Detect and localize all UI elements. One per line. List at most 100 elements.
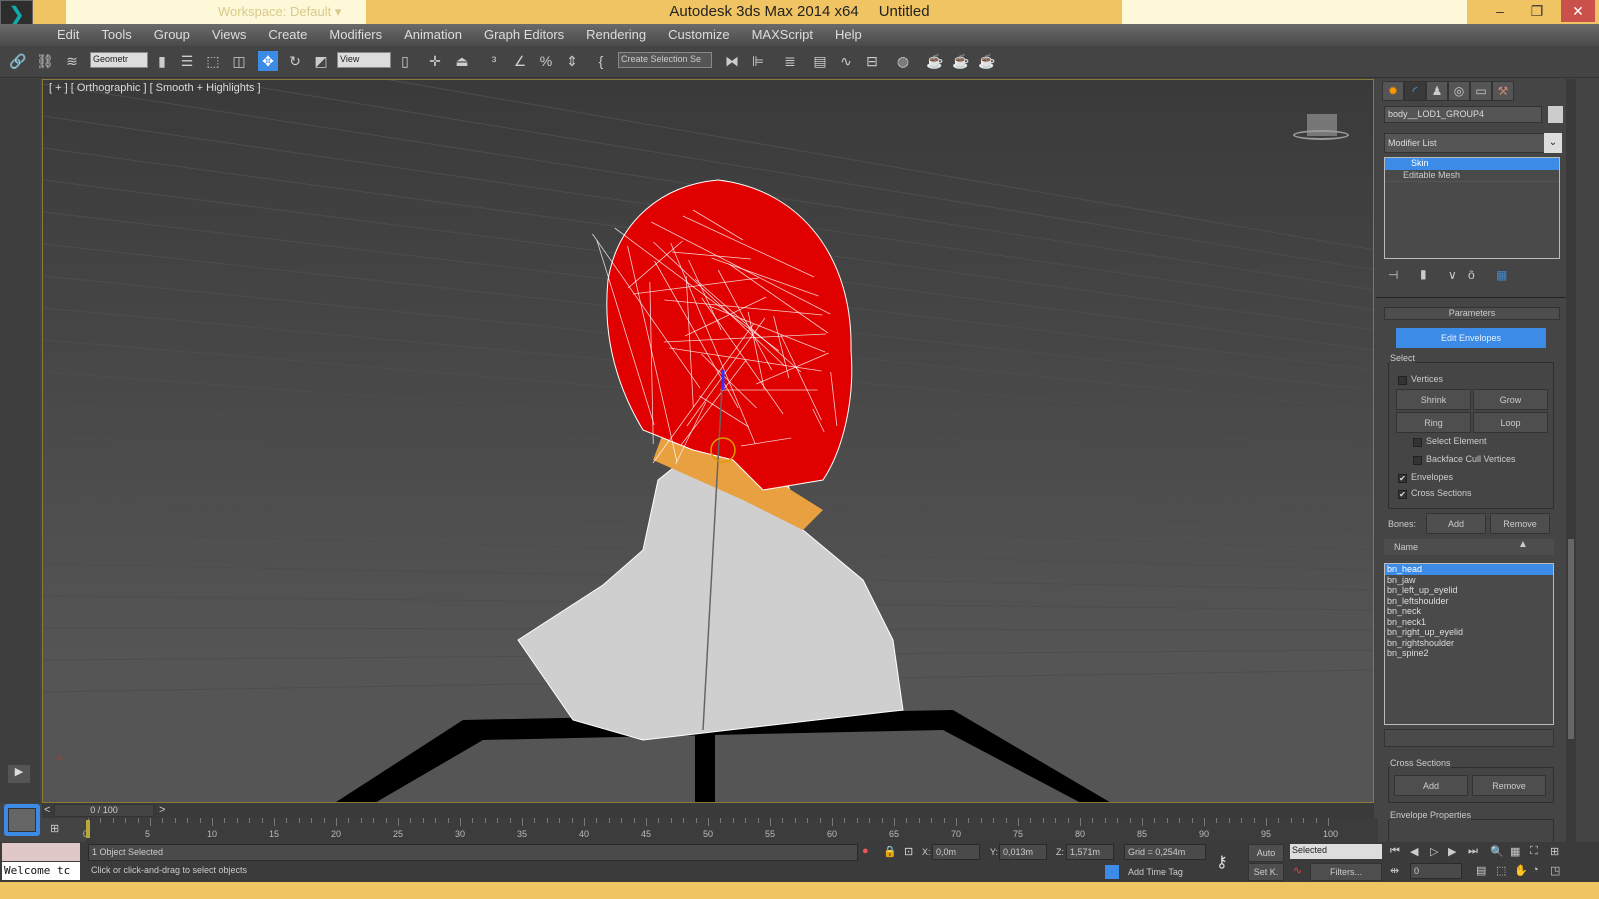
panel-scrollbar[interactable] xyxy=(1566,79,1576,849)
ring-button[interactable]: Ring xyxy=(1396,412,1471,433)
menu-customize[interactable]: Customize xyxy=(657,24,740,46)
play-animation-icon[interactable]: ▷ xyxy=(1430,845,1438,858)
menu-create[interactable]: Create xyxy=(257,24,318,46)
next-key-icon[interactable]: ▶ xyxy=(1448,845,1456,858)
select-element-checkbox[interactable] xyxy=(1413,438,1422,447)
bind-spacewarp-icon[interactable]: ≋ xyxy=(62,51,82,71)
add-bone-button[interactable]: Add xyxy=(1426,513,1486,534)
auto-key-button[interactable]: Auto xyxy=(1248,844,1284,862)
modify-tab-icon[interactable]: ◜ xyxy=(1404,81,1426,101)
next-frame-icon[interactable]: > xyxy=(159,804,165,816)
set-key-icon[interactable]: ⚷ xyxy=(1216,852,1228,872)
object-color-swatch[interactable] xyxy=(1548,106,1563,123)
pan-icon[interactable]: ✋ xyxy=(1514,864,1528,877)
hierarchy-tab-icon[interactable]: ♟ xyxy=(1426,81,1448,101)
play-icon[interactable]: ▶ xyxy=(8,765,30,783)
z-coordinate-field[interactable]: 1,571m xyxy=(1066,844,1114,860)
bone-list-item[interactable]: bn_neck1 xyxy=(1385,617,1553,628)
x-coordinate-field[interactable]: 0,0m xyxy=(932,844,980,860)
zoom-icon[interactable]: 🔍 xyxy=(1490,845,1504,858)
material-editor-icon[interactable]: ◍ xyxy=(893,51,913,71)
isolate-icon[interactable]: ● xyxy=(862,845,869,857)
bone-list-item[interactable]: bn_leftshoulder xyxy=(1385,596,1553,607)
shrink-button[interactable]: Shrink xyxy=(1396,389,1471,410)
field-of-view-icon[interactable]: ▤ xyxy=(1476,864,1486,877)
stack-item-editable-mesh[interactable]: Editable Mesh xyxy=(1385,170,1559,182)
viewport-orthographic[interactable]: [ + ] [ Orthographic ] [ Smooth + Highli… xyxy=(42,79,1374,803)
time-slider-thumb[interactable]: 0 / 100 xyxy=(54,804,154,817)
lock-selection-icon[interactable]: 🔒 xyxy=(883,845,897,858)
angle-snap-icon[interactable]: ∠ xyxy=(510,51,530,71)
menu-graph-editors[interactable]: Graph Editors xyxy=(473,24,575,46)
curve-editor-icon[interactable]: ∿ xyxy=(836,51,856,71)
edit-envelopes-button[interactable]: Edit Envelopes xyxy=(1396,328,1546,348)
stack-item-skin[interactable]: Skin xyxy=(1385,158,1559,170)
current-frame-marker[interactable] xyxy=(86,820,90,838)
motion-tab-icon[interactable]: ◎ xyxy=(1448,81,1470,101)
zoom-extents-all-icon[interactable]: ⊞ xyxy=(1550,845,1559,858)
zoom-all-icon[interactable]: ▦ xyxy=(1510,845,1520,858)
set-key-button[interactable]: Set K. xyxy=(1248,863,1284,881)
cross-sections-checkbox[interactable]: ✔ xyxy=(1398,490,1407,499)
grow-button[interactable]: Grow xyxy=(1473,389,1548,410)
link-icon[interactable]: 🔗 xyxy=(8,51,28,71)
menu-animation[interactable]: Animation xyxy=(393,24,473,46)
remove-modifier-icon[interactable]: ô xyxy=(1468,268,1475,282)
selection-filter-dropdown[interactable]: Geometr xyxy=(90,52,148,68)
add-time-tag-button[interactable]: Add Time Tag xyxy=(1128,867,1183,877)
object-name-field[interactable]: body__LOD1_GROUP4 xyxy=(1384,106,1542,123)
bone-list-item[interactable]: bn_right_up_eyelid xyxy=(1385,627,1553,638)
vertices-checkbox[interactable] xyxy=(1398,376,1407,385)
menu-rendering[interactable]: Rendering xyxy=(575,24,657,46)
envelopes-checkbox[interactable]: ✔ xyxy=(1398,474,1407,483)
remove-bone-button[interactable]: Remove xyxy=(1490,513,1550,534)
go-to-start-icon[interactable]: ⏮ xyxy=(1390,845,1400,858)
maxscript-input[interactable]: Welcome tc xyxy=(2,862,80,880)
bones-list-header[interactable]: Name ▲ xyxy=(1384,539,1554,555)
key-filter-dropdown[interactable]: Selected xyxy=(1290,844,1382,859)
absolute-mode-icon[interactable]: ⊡ xyxy=(904,845,913,858)
configure-sets-icon[interactable]: ▦ xyxy=(1496,268,1507,282)
menu-maxscript[interactable]: MAXScript xyxy=(741,24,824,46)
region-zoom-icon[interactable]: ⬚ xyxy=(1496,864,1506,877)
select-object-icon[interactable]: ▮ xyxy=(152,51,172,71)
sort-ascending-icon[interactable]: ▲ xyxy=(1518,539,1528,550)
pin-stack-icon[interactable]: ⊣ xyxy=(1388,268,1398,282)
select-by-name-icon[interactable]: ☰ xyxy=(177,51,197,71)
scale-icon[interactable]: ◩ xyxy=(311,51,331,71)
parameters-rollout-header[interactable]: Parameters xyxy=(1384,307,1560,320)
maxscript-listener-output[interactable] xyxy=(2,843,80,861)
bone-list-item[interactable]: bn_neck xyxy=(1385,606,1553,617)
mirror-icon[interactable]: ⧓ xyxy=(722,51,742,71)
backface-cull-checkbox[interactable] xyxy=(1413,456,1422,465)
keyboard-shortcut-icon[interactable]: ⏏ xyxy=(452,51,472,71)
loop-button[interactable]: Loop xyxy=(1473,412,1548,433)
render-setup-icon[interactable]: ☕ xyxy=(925,51,945,71)
cross-section-add-button[interactable]: Add xyxy=(1394,775,1468,796)
bones-list[interactable]: bn_head bn_jaw bn_left_up_eyelid bn_leftsho… xyxy=(1384,563,1554,725)
prev-frame-icon[interactable]: < xyxy=(44,804,50,816)
scene-explorer-icon[interactable]: ▤ xyxy=(810,51,830,71)
chevron-down-icon[interactable]: ⌄ xyxy=(1544,133,1562,153)
maximize-viewport-icon[interactable]: ◳ xyxy=(1550,864,1560,877)
layer-manager-icon[interactable]: ≣ xyxy=(780,51,800,71)
ref-coord-dropdown[interactable]: View xyxy=(337,52,391,68)
mini-listener-toggle[interactable] xyxy=(4,804,40,836)
zoom-extents-icon[interactable]: ⛶ xyxy=(1530,845,1538,858)
render-icon[interactable]: ☕ xyxy=(977,51,997,71)
menu-help[interactable]: Help xyxy=(824,24,873,46)
y-coordinate-field[interactable]: 0,013m xyxy=(999,844,1047,860)
bone-list-item[interactable]: bn_spine2 xyxy=(1385,648,1553,659)
infocenter-search[interactable] xyxy=(1122,0,1467,24)
spinner-snap-icon[interactable]: ⇕ xyxy=(562,51,582,71)
menu-modifiers[interactable]: Modifiers xyxy=(318,24,393,46)
edit-named-selection-icon[interactable]: { xyxy=(591,51,611,71)
time-tag-icon[interactable] xyxy=(1105,865,1119,879)
close-button[interactable]: ✕ xyxy=(1561,0,1595,22)
utilities-tab-icon[interactable]: ⚒ xyxy=(1492,81,1514,101)
bone-list-item[interactable]: bn_head xyxy=(1385,564,1553,575)
unlink-icon[interactable]: ⛓ xyxy=(35,51,55,71)
create-tab-icon[interactable]: ✹ xyxy=(1382,81,1404,101)
minimize-button[interactable]: – xyxy=(1483,0,1517,22)
menu-tools[interactable]: Tools xyxy=(90,24,142,46)
